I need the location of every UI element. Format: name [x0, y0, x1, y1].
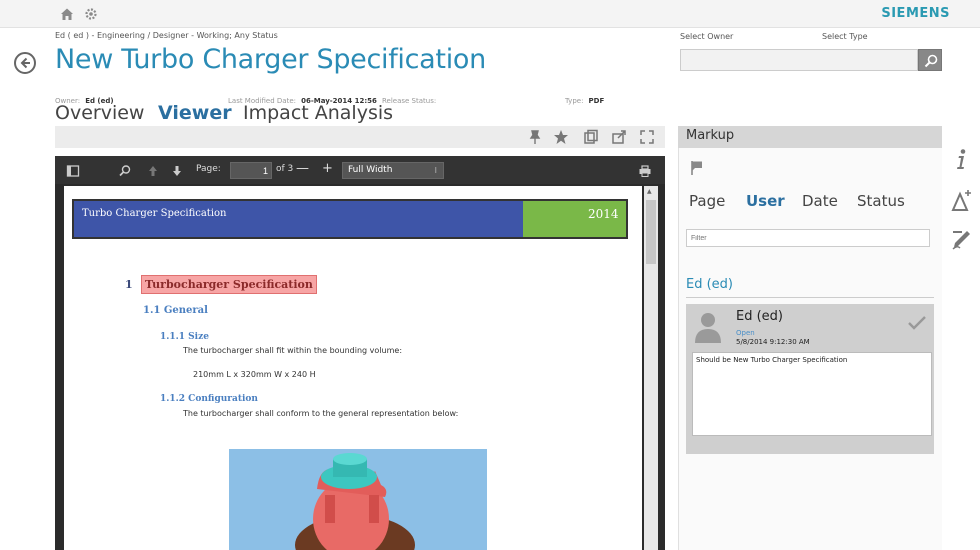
gear-icon[interactable]	[84, 6, 98, 20]
pin-icon[interactable]	[527, 129, 543, 145]
sort-by-page[interactable]: Page	[689, 192, 725, 210]
page-number-input[interactable]	[230, 162, 272, 179]
star-icon[interactable]	[553, 129, 569, 145]
document-banner-title-band	[74, 201, 523, 237]
back-icon	[20, 57, 30, 69]
markup-title: Markup	[686, 128, 735, 143]
page-count: of 3	[276, 164, 294, 174]
fullscreen-icon[interactable]	[639, 129, 655, 145]
type-value: PDF	[588, 97, 605, 105]
type-label: Type:	[565, 97, 584, 105]
page-title: New Turbo Charger Specification	[55, 44, 486, 75]
tab-overview[interactable]: Overview	[55, 102, 144, 124]
back-button[interactable]	[14, 52, 36, 74]
chevron-down-icon: ⁝	[434, 166, 437, 175]
comment-date: 5/8/2014 9:12:30 AM	[736, 338, 810, 346]
check-icon[interactable]	[907, 315, 927, 331]
find-icon[interactable]	[118, 163, 132, 177]
meta-type: Type: PDF	[565, 88, 604, 107]
home-icon[interactable]	[60, 6, 74, 20]
section-heading-size: 1.1.1 Size	[160, 332, 209, 342]
paragraph-dimensions: 210mm L x 320mm W x 240 H	[193, 370, 316, 379]
sort-by-status[interactable]: Status	[857, 192, 905, 210]
annotate-icon[interactable]	[950, 190, 972, 212]
top-bar	[0, 0, 980, 28]
sort-by-user[interactable]: User	[746, 192, 785, 210]
share-icon[interactable]	[611, 129, 627, 145]
zoom-select[interactable]: Full Width ⁝	[342, 162, 444, 179]
comment-author: Ed (ed)	[736, 309, 783, 324]
brand-logo: SIEMENS	[881, 6, 950, 21]
zoom-value: Full Width	[348, 165, 393, 175]
comment-status[interactable]: Open	[736, 329, 755, 337]
pdf-scroll-thumb[interactable]	[646, 200, 656, 264]
search-button[interactable]	[918, 49, 942, 71]
sort-by-date[interactable]: Date	[802, 192, 838, 210]
search-input[interactable]	[680, 49, 918, 71]
copy-icon[interactable]	[583, 129, 599, 145]
page-label: Page:	[196, 164, 221, 174]
next-page-icon[interactable]	[170, 163, 184, 177]
section-number: 1	[125, 278, 133, 291]
section-heading-general: 1.1 General	[143, 305, 208, 316]
turbocharger-render-image	[229, 449, 487, 550]
sign-icon[interactable]	[950, 228, 972, 250]
flag-icon[interactable]	[690, 160, 704, 176]
avatar-icon	[692, 309, 724, 345]
print-icon[interactable]	[638, 163, 652, 177]
filter-input[interactable]	[686, 229, 930, 247]
paragraph-size: The turbocharger shall fit within the bo…	[183, 346, 403, 355]
viewer-toolbar	[55, 126, 665, 148]
search-icon	[924, 54, 938, 68]
scroll-up-icon[interactable]: ▲	[647, 188, 652, 195]
sidebar-toggle-icon[interactable]	[66, 163, 80, 177]
zoom-out-button[interactable]: —	[296, 161, 309, 176]
tab-impact-analysis[interactable]: Impact Analysis	[243, 102, 393, 124]
paragraph-configuration: The turbocharger shall conform to the ge…	[183, 409, 459, 418]
markup-group-label[interactable]: Ed (ed)	[686, 277, 733, 292]
zoom-in-button[interactable]: +	[322, 161, 333, 176]
document-banner-year: 2014	[588, 207, 619, 221]
prev-page-icon[interactable]	[146, 163, 160, 177]
section-heading-configuration: 1.1.2 Configuration	[160, 394, 258, 404]
select-type-label: Select Type	[822, 32, 868, 41]
document-banner-title: Turbo Charger Specification	[82, 208, 227, 219]
info-icon[interactable]	[950, 148, 972, 170]
select-owner-label: Select Owner	[680, 32, 734, 41]
comment-body[interactable]: Should be New Turbo Charger Specificatio…	[692, 352, 932, 436]
tab-viewer[interactable]: Viewer	[158, 102, 232, 124]
group-divider	[686, 297, 934, 298]
user-context: Ed ( ed ) - Engineering / Designer - Wor…	[55, 31, 278, 40]
highlighted-heading[interactable]: Turbocharger Specification	[141, 275, 317, 294]
